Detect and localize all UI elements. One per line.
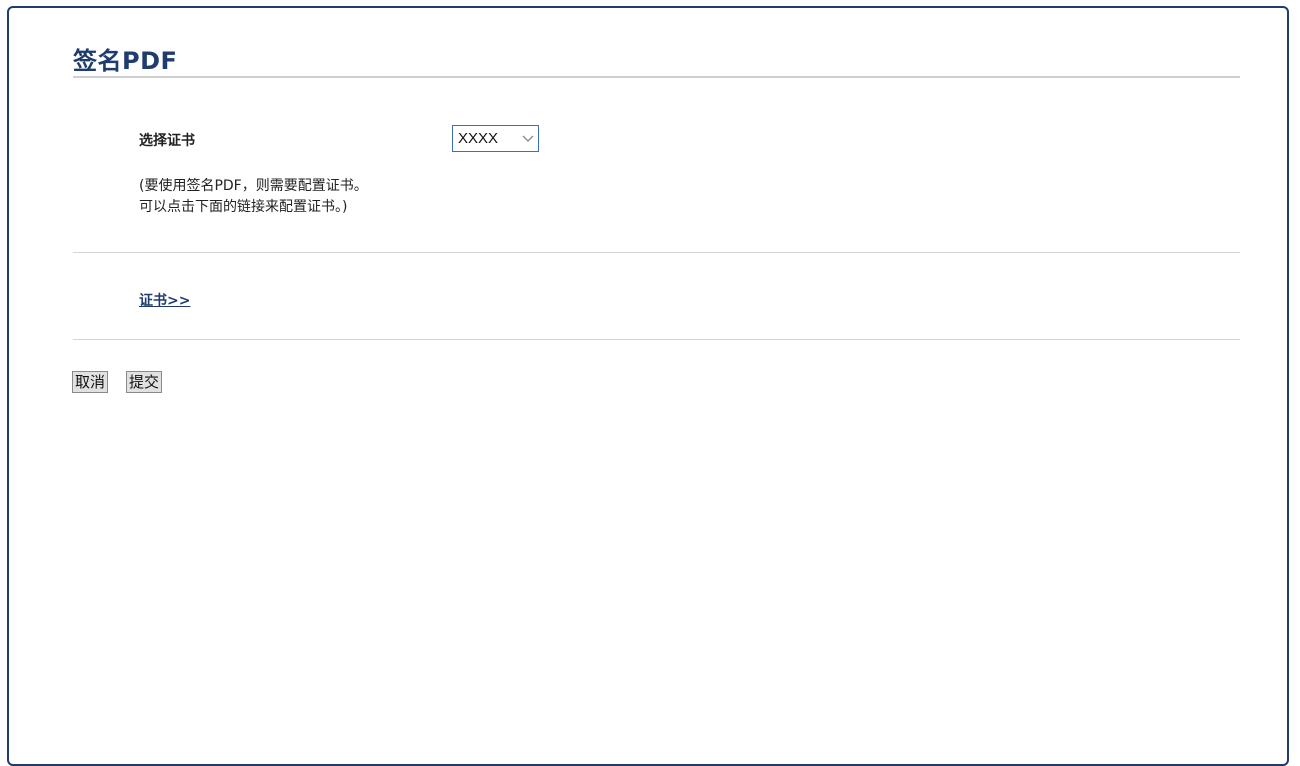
title-divider xyxy=(73,76,1240,78)
certificate-select[interactable]: XXXX xyxy=(452,125,539,152)
certificate-select-value: XXXX xyxy=(458,130,499,147)
certificate-link[interactable]: 证书>> xyxy=(139,290,190,310)
certificate-label: 选择证书 xyxy=(139,133,195,149)
cancel-button[interactable]: 取消 xyxy=(72,371,109,393)
section-divider xyxy=(73,339,1240,340)
chevron-down-icon[interactable] xyxy=(518,126,538,151)
section-divider xyxy=(73,252,1240,253)
page-title: 签名PDF xyxy=(73,47,178,75)
certificate-note-line-1: (要使用签名PDF，则需要配置证书。 xyxy=(139,178,368,194)
submit-button[interactable]: 提交 xyxy=(126,371,163,393)
main-panel: 签名PDF 选择证书 XXXX (要使用签名PDF，则需要配置证书。 可以点击下… xyxy=(7,6,1289,766)
certificate-note-line-2: 可以点击下面的链接来配置证书。) xyxy=(139,199,348,215)
certificate-note: (要使用签名PDF，则需要配置证书。 可以点击下面的链接来配置证书。) xyxy=(139,176,368,218)
